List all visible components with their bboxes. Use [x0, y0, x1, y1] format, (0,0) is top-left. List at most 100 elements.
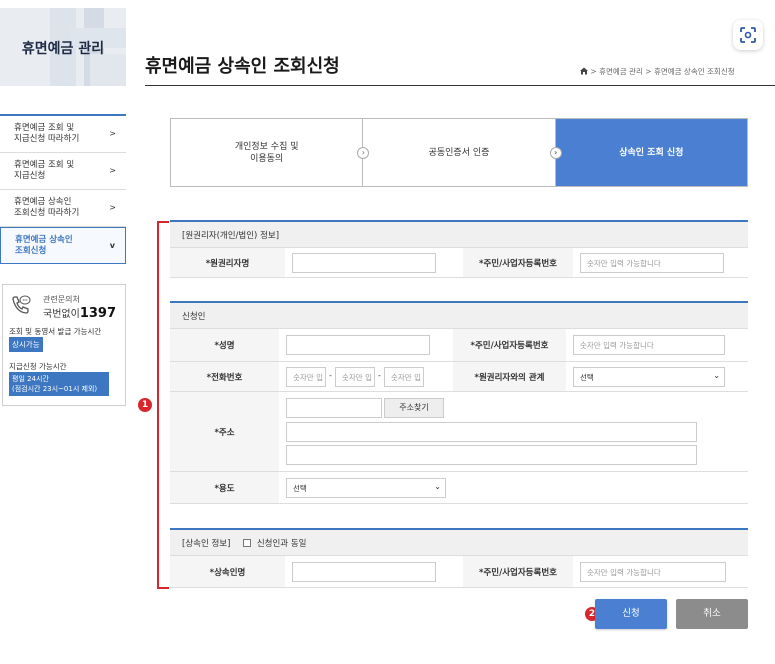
field-label: *주민/사업자등록번호: [453, 329, 566, 361]
sidebar-item-inquiry[interactable]: 휴면예금 조회 및 지급신청 >: [0, 153, 126, 190]
scan-button[interactable]: [733, 20, 763, 50]
relation-select-value: 선택: [580, 373, 594, 382]
breadcrumb-separator: >: [645, 67, 652, 76]
applicant-section: 신청인 *성명 *주민/사업자등록번호 숫자만 입력 가능합니다 *전화번호 숫…: [170, 301, 748, 504]
field-label: *주민/사업자등록번호: [463, 248, 573, 277]
sidebar-menu: 휴면예금 조회 및 지급신청 따라하기 > 휴면예금 조회 및 지급신청 > 휴…: [0, 114, 126, 264]
chevron-down-icon: ⌄: [713, 371, 720, 380]
step-label: 이용동의: [250, 153, 284, 164]
field-cell: 숫자만 입력 가능합니다: [573, 248, 748, 277]
sidebar-item-inquiry-guide[interactable]: 휴면예금 조회 및 지급신청 따라하기 >: [0, 116, 126, 153]
holder-name-input[interactable]: [292, 253, 436, 273]
purpose-select[interactable]: 선택 ⌄: [286, 478, 446, 498]
contact-prefix: 국번없이: [43, 309, 80, 320]
breadcrumb-separator: >: [590, 67, 597, 76]
sidebar-item-label: 지급신청: [14, 171, 46, 181]
header-decoration: [90, 54, 126, 86]
address-line-1-input[interactable]: [286, 422, 697, 442]
sidebar-item-label: 휴면예금 상속인: [15, 235, 73, 245]
breadcrumb-item[interactable]: 휴면예금 상속인 조회신청: [654, 67, 735, 76]
home-icon[interactable]: [580, 67, 588, 75]
address-cell: 주소찾기: [279, 392, 748, 471]
contact-number: 1397: [79, 306, 116, 321]
scan-icon: [740, 27, 756, 43]
cancel-button[interactable]: 취소: [676, 599, 748, 629]
step-label: 상속인 조회 신청: [619, 147, 684, 158]
step-certificate: › 공동인증서 인증: [357, 119, 554, 186]
contact-label: 관련문의처: [43, 295, 80, 304]
form-row: *전화번호 숫자만 입 - 숫자만 입 - 숫자만 입 *원권리자와의 관계 선…: [170, 362, 748, 392]
apply-time-line: 평일 24시간: [12, 375, 49, 383]
heir-heading: [상속인 정보]: [182, 539, 231, 549]
step-arrow-icon: ›: [357, 147, 370, 159]
field-cell: 선택 ⌄: [566, 362, 748, 391]
chevron-right-icon: >: [109, 166, 116, 175]
field-label: *주민/사업자등록번호: [463, 556, 573, 587]
highlight-bracket: [157, 221, 169, 589]
address-search-button[interactable]: 주소찾기: [384, 398, 444, 418]
postcode-input[interactable]: [286, 398, 382, 418]
apply-time-label: 지급신청 가능시간: [9, 362, 67, 371]
marker-badge-1: 1: [138, 398, 152, 412]
sidebar-item-label: 조회신청 따라하기: [14, 208, 80, 218]
step-arrow-icon: ›: [549, 147, 562, 159]
phone-part-3-input[interactable]: 숫자만 입: [384, 367, 424, 387]
apply-time-line: (점검시간 23시~01시 제외): [12, 385, 98, 393]
sidebar-item-heir-inquiry[interactable]: 휴면예금 상속인 조회신청 v: [0, 227, 126, 264]
sidebar-item-label: 지급신청 따라하기: [14, 134, 80, 144]
section-heading: 신청인: [170, 303, 748, 329]
step-heir-inquiry: › 상속인 조회 신청: [549, 119, 747, 186]
chevron-right-icon: >: [109, 203, 116, 212]
step-consent: 개인정보 수집 및 이용동의: [171, 119, 362, 186]
sidebar-item-label: 휴면예금 조회 및: [14, 123, 75, 133]
sidebar-item-label: 휴면예금 상속인: [14, 197, 72, 207]
relation-select[interactable]: 선택 ⌄: [573, 367, 725, 387]
address-line-2-input[interactable]: [286, 445, 697, 465]
progress-steps: 개인정보 수집 및 이용동의 › 공동인증서 인증 › 상속인 조회 신청: [170, 118, 748, 187]
phone-separator: -: [378, 371, 381, 380]
step-label: 개인정보 수집 및: [234, 141, 299, 152]
heir-name-input[interactable]: [292, 562, 436, 582]
breadcrumb: > 휴면예금 관리 > 휴면예금 상속인 조회신청: [580, 66, 735, 77]
heir-id-input[interactable]: 숫자만 입력 가능합니다: [580, 562, 726, 582]
form-row: *상속인명 *주민/사업자등록번호 숫자만 입력 가능합니다: [170, 556, 748, 588]
apply-button[interactable]: 신청: [595, 599, 667, 629]
page-title: 휴면예금 상속인 조회신청: [145, 56, 340, 77]
form-row: *성명 *주민/사업자등록번호 숫자만 입력 가능합니다: [170, 329, 748, 362]
available-time-label: 조회 및 동영서 발급 가능시간: [9, 327, 102, 336]
sidebar-item-label: 조회신청: [15, 246, 47, 256]
chevron-down-icon: ⌄: [434, 482, 441, 491]
phone-cell: 숫자만 입 - 숫자만 입 - 숫자만 입: [279, 362, 453, 391]
applicant-id-input[interactable]: 숫자만 입력 가능합니다: [573, 335, 725, 355]
same-as-applicant-checkbox[interactable]: [243, 539, 252, 547]
title-divider: [145, 85, 775, 86]
field-cell: 선택 ⌄: [279, 472, 748, 503]
field-label: *용도: [170, 472, 279, 503]
purpose-select-value: 선택: [293, 484, 307, 493]
section-heading: [상속인 정보] 신청인과 동일: [170, 530, 748, 556]
section-heading: [원권리자(개인/법인) 정보]: [170, 222, 748, 248]
field-label: *원권리자명: [170, 248, 285, 277]
original-holder-section: [원권리자(개인/법인) 정보] *원권리자명 *주민/사업자등록번호 숫자만 …: [170, 220, 748, 278]
phone-part-2-input[interactable]: 숫자만 입: [335, 367, 375, 387]
phone-separator: -: [329, 371, 332, 380]
field-cell: [285, 556, 463, 587]
field-cell: 숫자만 입력 가능합니다: [573, 556, 748, 587]
sidebar-item-heir-guide[interactable]: 휴면예금 상속인 조회신청 따라하기 >: [0, 190, 126, 227]
step-label: 공동인증서 인증: [428, 147, 490, 158]
chevron-down-icon: v: [109, 241, 115, 250]
same-as-applicant-label: 신청인과 동일: [256, 539, 307, 549]
applicant-name-input[interactable]: [286, 335, 430, 355]
chevron-right-icon: >: [109, 129, 116, 138]
apply-time-badge: 평일 24시간 (점검시간 23시~01시 제외): [9, 372, 109, 396]
field-label: *상속인명: [170, 556, 285, 587]
field-label: *원권리자와의 관계: [453, 362, 566, 391]
holder-id-input[interactable]: 숫자만 입력 가능합니다: [580, 253, 724, 273]
phone-part-1-input[interactable]: 숫자만 입: [286, 367, 326, 387]
sidebar-item-label: 휴면예금 조회 및: [14, 160, 75, 170]
field-cell: 숫자만 입력 가능합니다: [566, 329, 748, 361]
breadcrumb-item[interactable]: 휴면예금 관리: [599, 67, 643, 76]
sidebar-title: 휴면예금 관리: [21, 41, 105, 57]
available-time-badge: 상시가능: [9, 337, 43, 352]
field-label: *전화번호: [170, 362, 279, 391]
